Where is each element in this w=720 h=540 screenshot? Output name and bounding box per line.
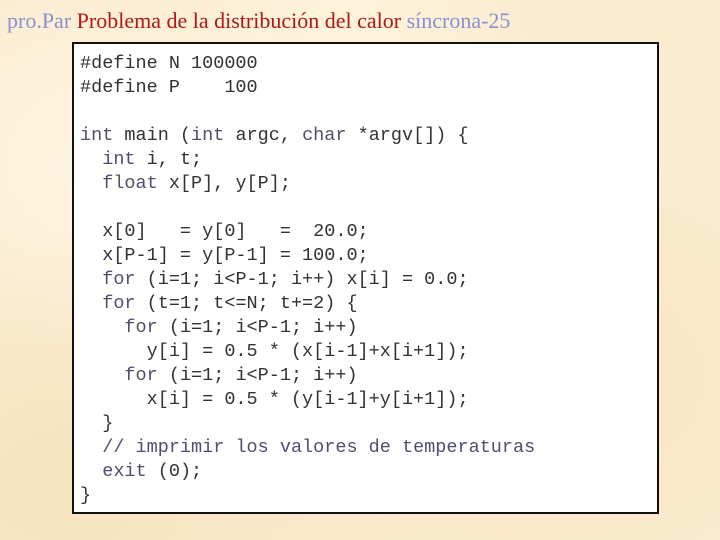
code-text: (i=1; i<P-1; i++) [157,317,358,338]
code-text: (t=1; t<=N; t+=2) { [135,293,358,314]
code-line: } [80,412,535,436]
code-listing-box: #define N 100000 #define P 100 int main (i… [72,42,659,514]
code-text: argc, [224,125,303,146]
code-line: float x[P], y[P]; [80,172,535,196]
code-line: for (i=1; i<P-1; i++) [80,316,535,340]
code-keyword: int [102,149,136,170]
slide-title: pro.Par Problema de la distribución del … [7,8,510,34]
code-text: y[i] = 0.5 * (x[i-1]+x[i+1]); [80,341,469,362]
code-text: x[P], y[P]; [157,173,291,194]
code-line: y[i] = 0.5 * (x[i-1]+x[i+1]); [80,340,535,364]
title-suffix: síncrona-25 [406,8,511,33]
code-keyword: for [124,317,158,338]
code-line: int main (int argc, char *argv[]) { [80,124,535,148]
code-line: x[P-1] = y[P-1] = 100.0; [80,244,535,268]
code-line: } [80,484,535,508]
code-line: x[0] = y[0] = 20.0; [80,220,535,244]
code-line: for (i=1; i<P-1; i++) [80,364,535,388]
code-line: int i, t; [80,148,535,172]
code-line: for (i=1; i<P-1; i++) x[i] = 0.0; [80,268,535,292]
title-prefix: pro.Par [7,8,72,33]
code-text: (i=1; i<P-1; i++) x[i] = 0.0; [135,269,469,290]
code-text: } [80,413,114,434]
code-keyword: char [302,125,347,146]
code-text: x[0] = y[0] = 20.0; [80,221,369,242]
code-keyword: float [102,173,158,194]
code-text: main ( [113,125,192,146]
code-keyword: // imprimir los valores de temperaturas [102,437,536,458]
code-text: (i=1; i<P-1; i++) [157,365,358,386]
code-listing: #define N 100000 #define P 100 int main (i… [80,52,535,508]
code-text: x[P-1] = y[P-1] = 100.0; [80,245,369,266]
code-keyword: int [191,125,225,146]
code-line: x[i] = 0.5 * (y[i-1]+y[i+1]); [80,388,535,412]
code-text: (0); [146,461,203,482]
code-line: #define P 100 [80,76,535,100]
code-keyword: for [102,269,136,290]
code-line: // imprimir los valores de temperaturas [80,436,535,460]
code-text: x[i] = 0.5 * (y[i-1]+y[i+1]); [80,389,469,410]
code-text: } [80,485,92,506]
code-keyword: exit [102,461,147,482]
code-line: #define N 100000 [80,52,535,76]
code-text: #define N 100000 [80,53,258,74]
code-line: for (t=1; t<=N; t+=2) { [80,292,535,316]
code-text: i, t; [135,149,203,170]
code-keyword: for [124,365,158,386]
code-line: exit (0); [80,460,535,484]
code-text: #define P 100 [80,77,258,98]
code-keyword: int [80,125,114,146]
title-main: Problema de la distribución del calor [76,8,402,33]
code-keyword: for [102,293,136,314]
code-text: *argv[]) { [346,125,469,146]
